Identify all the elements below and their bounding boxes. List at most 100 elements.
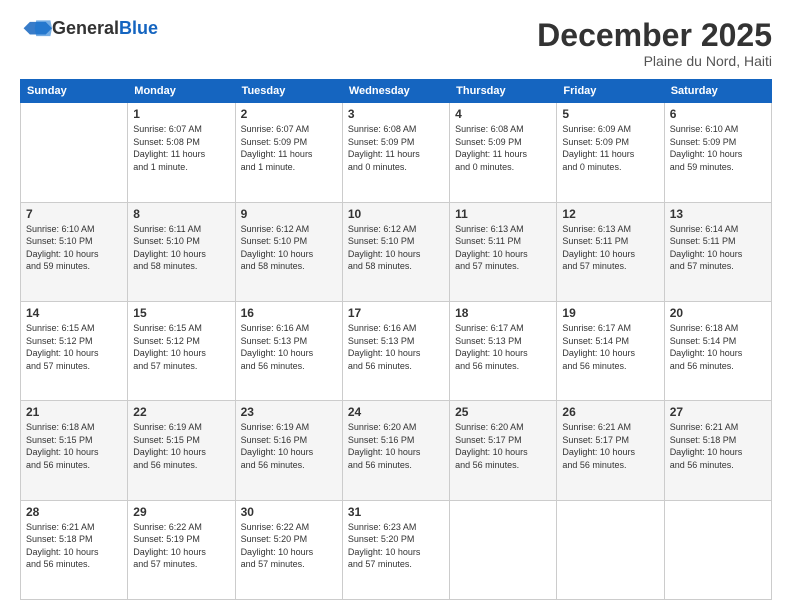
day-number: 18 [455,306,551,320]
day-info: Sunrise: 6:12 AMSunset: 5:10 PMDaylight:… [348,223,444,273]
day-info: Sunrise: 6:16 AMSunset: 5:13 PMDaylight:… [348,322,444,372]
day-info: Sunrise: 6:21 AMSunset: 5:18 PMDaylight:… [26,521,122,571]
day-info: Sunrise: 6:18 AMSunset: 5:14 PMDaylight:… [670,322,766,372]
calendar-cell: 14Sunrise: 6:15 AMSunset: 5:12 PMDayligh… [21,301,128,400]
logo-general: General [52,18,119,39]
calendar-table: SundayMondayTuesdayWednesdayThursdayFrid… [20,79,772,600]
day-info: Sunrise: 6:15 AMSunset: 5:12 PMDaylight:… [26,322,122,372]
day-info: Sunrise: 6:12 AMSunset: 5:10 PMDaylight:… [241,223,337,273]
calendar-cell: 6Sunrise: 6:10 AMSunset: 5:09 PMDaylight… [664,103,771,202]
calendar-week-5: 28Sunrise: 6:21 AMSunset: 5:18 PMDayligh… [21,500,772,599]
day-number: 13 [670,207,766,221]
calendar-cell: 24 Sunrise: 6:20 AMSunset: 5:16 PMDayligh… [342,401,449,500]
day-info: Sunrise: 6:21 AMSunset: 5:18 PMDaylight:… [670,421,766,471]
day-number: 10 [348,207,444,221]
title-block: December 2025 Plaine du Nord, Haiti [537,18,772,69]
calendar-week-4: 21 Sunrise: 6:18 AMSunset: 5:15 PMDayligh… [21,401,772,500]
calendar-header-row: SundayMondayTuesdayWednesdayThursdayFrid… [21,80,772,103]
calendar-cell: 1 Sunrise: 6:07 AMSunset: 5:08 PMDaylight… [128,103,235,202]
calendar-cell: 23 Sunrise: 6:19 AMSunset: 5:16 PMDayligh… [235,401,342,500]
calendar-cell: 7 Sunrise: 6:10 AMSunset: 5:10 PMDaylight… [21,202,128,301]
calendar-header-thursday: Thursday [450,80,557,103]
day-number: 19 [562,306,658,320]
day-number: 15 [133,306,229,320]
logo-icon [22,20,52,38]
day-number: 8 [133,207,229,221]
day-number: 24 [348,405,444,419]
day-info: Sunrise: 6:09 AMSunset: 5:09 PMDaylight:… [562,123,658,173]
calendar-cell: 22Sunrise: 6:19 AMSunset: 5:15 PMDayligh… [128,401,235,500]
day-number: 22 [133,405,229,419]
day-info: Sunrise: 6:20 AMSunset: 5:16 PMDaylight:… [348,421,444,471]
calendar-cell: 29Sunrise: 6:22 AMSunset: 5:19 PMDayligh… [128,500,235,599]
calendar-cell: 9 Sunrise: 6:12 AMSunset: 5:10 PMDaylight… [235,202,342,301]
day-info: Sunrise: 6:07 AMSunset: 5:09 PMDaylight:… [241,123,337,173]
day-info: Sunrise: 6:11 AMSunset: 5:10 PMDaylight:… [133,223,229,273]
calendar-cell: 16Sunrise: 6:16 AMSunset: 5:13 PMDayligh… [235,301,342,400]
day-info: Sunrise: 6:16 AMSunset: 5:13 PMDaylight:… [241,322,337,372]
calendar-cell: 27Sunrise: 6:21 AMSunset: 5:18 PMDayligh… [664,401,771,500]
day-info: Sunrise: 6:07 AMSunset: 5:08 PMDaylight:… [133,123,229,173]
day-number: 4 [455,107,551,121]
day-info: Sunrise: 6:13 AMSunset: 5:11 PMDaylight:… [455,223,551,273]
calendar-cell [557,500,664,599]
logo: GeneralBlue [20,18,158,39]
day-number: 21 [26,405,122,419]
calendar-cell [450,500,557,599]
day-number: 12 [562,207,658,221]
calendar-header-saturday: Saturday [664,80,771,103]
day-number: 1 [133,107,229,121]
calendar-cell: 8 Sunrise: 6:11 AMSunset: 5:10 PMDaylight… [128,202,235,301]
calendar-cell: 2 Sunrise: 6:07 AMSunset: 5:09 PMDaylight… [235,103,342,202]
day-number: 26 [562,405,658,419]
logo-blue: Blue [119,18,158,39]
day-number: 11 [455,207,551,221]
calendar-week-1: 1 Sunrise: 6:07 AMSunset: 5:08 PMDaylight… [21,103,772,202]
calendar-cell: 21 Sunrise: 6:18 AMSunset: 5:15 PMDayligh… [21,401,128,500]
day-number: 5 [562,107,658,121]
day-number: 2 [241,107,337,121]
day-number: 25 [455,405,551,419]
calendar-header-monday: Monday [128,80,235,103]
calendar-cell: 25 Sunrise: 6:20 AMSunset: 5:17 PMDayligh… [450,401,557,500]
day-info: Sunrise: 6:10 AMSunset: 5:10 PMDaylight:… [26,223,122,273]
day-number: 30 [241,505,337,519]
calendar-cell [664,500,771,599]
day-number: 23 [241,405,337,419]
calendar-cell: 19 Sunrise: 6:17 AMSunset: 5:14 PMDayligh… [557,301,664,400]
day-number: 3 [348,107,444,121]
calendar-cell: 3 Sunrise: 6:08 AMSunset: 5:09 PMDaylight… [342,103,449,202]
calendar-cell: 17 Sunrise: 6:16 AMSunset: 5:13 PMDayligh… [342,301,449,400]
calendar-header-wednesday: Wednesday [342,80,449,103]
day-info: Sunrise: 6:19 AMSunset: 5:16 PMDaylight:… [241,421,337,471]
month-title: December 2025 [537,18,772,53]
calendar-header-sunday: Sunday [21,80,128,103]
day-info: Sunrise: 6:08 AMSunset: 5:09 PMDaylight:… [348,123,444,173]
day-number: 9 [241,207,337,221]
header: GeneralBlue December 2025 Plaine du Nord… [20,18,772,69]
calendar-cell: 30Sunrise: 6:22 AMSunset: 5:20 PMDayligh… [235,500,342,599]
calendar-cell: 26Sunrise: 6:21 AMSunset: 5:17 PMDayligh… [557,401,664,500]
day-info: Sunrise: 6:14 AMSunset: 5:11 PMDaylight:… [670,223,766,273]
day-info: Sunrise: 6:18 AMSunset: 5:15 PMDaylight:… [26,421,122,471]
day-info: Sunrise: 6:15 AMSunset: 5:12 PMDaylight:… [133,322,229,372]
day-info: Sunrise: 6:10 AMSunset: 5:09 PMDaylight:… [670,123,766,173]
day-info: Sunrise: 6:17 AMSunset: 5:14 PMDaylight:… [562,322,658,372]
calendar-cell: 28Sunrise: 6:21 AMSunset: 5:18 PMDayligh… [21,500,128,599]
calendar-header-friday: Friday [557,80,664,103]
day-number: 31 [348,505,444,519]
calendar-week-2: 7 Sunrise: 6:10 AMSunset: 5:10 PMDaylight… [21,202,772,301]
calendar-cell: 20 Sunrise: 6:18 AMSunset: 5:14 PMDayligh… [664,301,771,400]
calendar-cell: 11 Sunrise: 6:13 AMSunset: 5:11 PMDayligh… [450,202,557,301]
day-info: Sunrise: 6:23 AMSunset: 5:20 PMDaylight:… [348,521,444,571]
day-number: 7 [26,207,122,221]
calendar-cell: 12Sunrise: 6:13 AMSunset: 5:11 PMDayligh… [557,202,664,301]
calendar-cell: 31 Sunrise: 6:23 AMSunset: 5:20 PMDayligh… [342,500,449,599]
day-number: 29 [133,505,229,519]
day-number: 20 [670,306,766,320]
calendar-cell: 13 Sunrise: 6:14 AMSunset: 5:11 PMDayligh… [664,202,771,301]
day-info: Sunrise: 6:20 AMSunset: 5:17 PMDaylight:… [455,421,551,471]
day-number: 17 [348,306,444,320]
calendar-cell: 10 Sunrise: 6:12 AMSunset: 5:10 PMDayligh… [342,202,449,301]
calendar-cell: 18Sunrise: 6:17 AMSunset: 5:13 PMDayligh… [450,301,557,400]
